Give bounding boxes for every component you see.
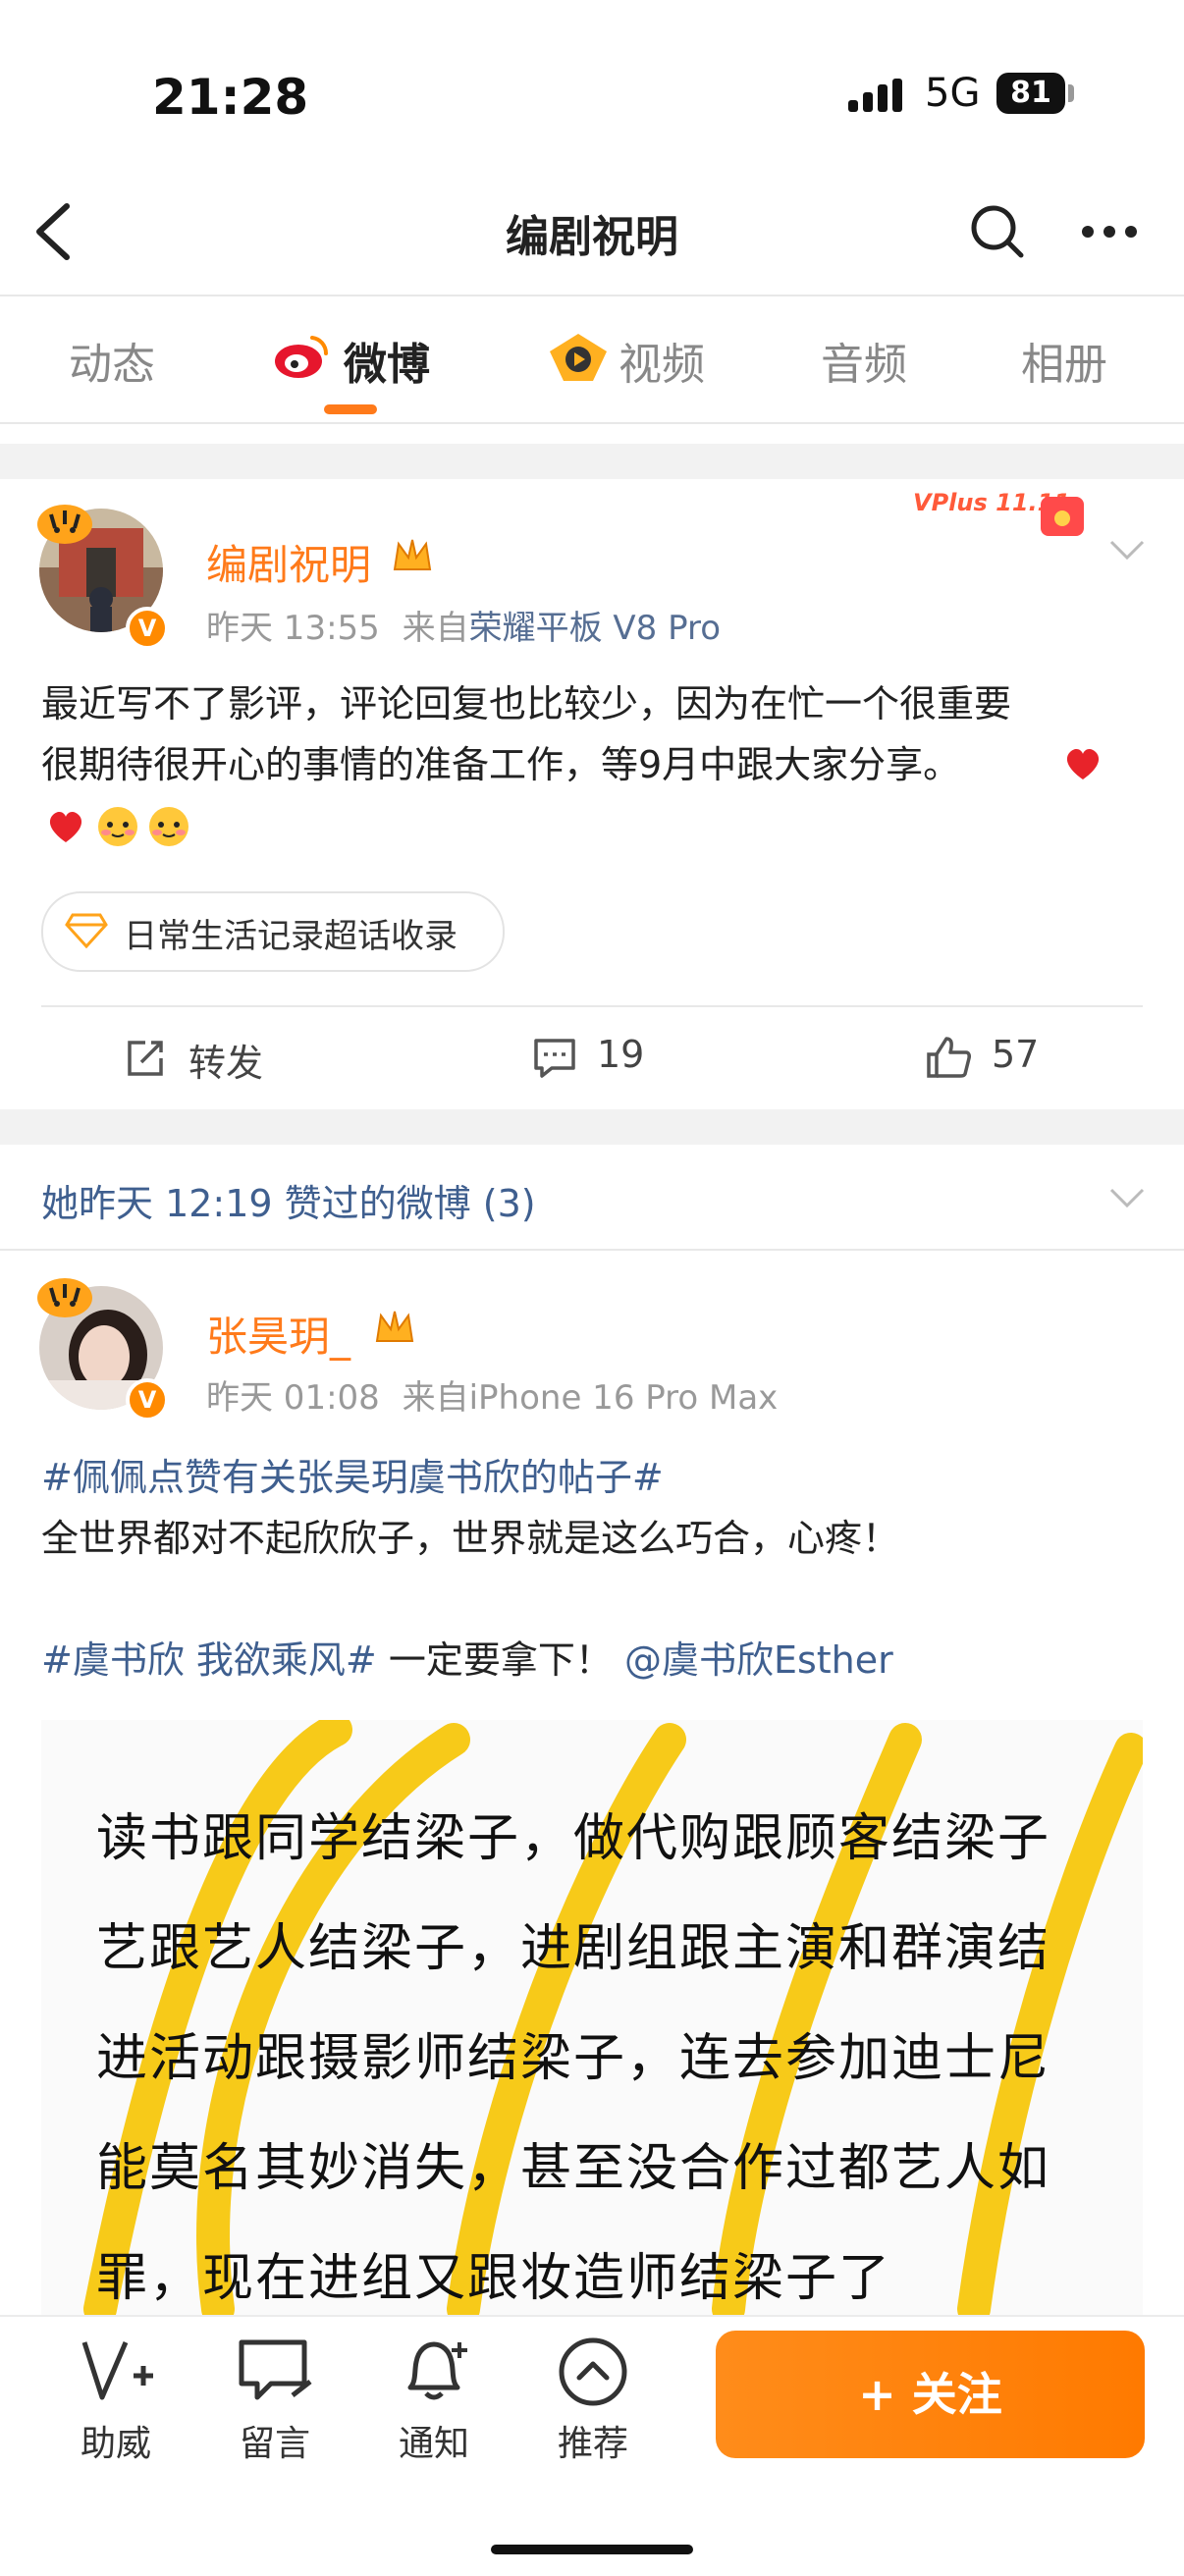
post-username[interactable]: 编剧祝明 bbox=[206, 532, 371, 592]
chevron-down-icon[interactable] bbox=[1107, 1186, 1147, 1209]
repost-label: 转发 bbox=[188, 1042, 264, 1085]
tabs-divider bbox=[0, 422, 1184, 424]
post-text: 最近写不了影评，评论回复也比较少，因为在忙一个很重要 很期待很开心的事情的准备工… bbox=[41, 673, 1151, 795]
like-count: 57 bbox=[992, 1033, 1040, 1076]
image-text-line: 能莫名其妙消失，甚至没合作过都艺人如 bbox=[96, 2139, 1051, 2198]
blush-emoji-icon bbox=[98, 807, 137, 846]
crown-icon bbox=[375, 1311, 414, 1342]
topic-link[interactable]: #佩佩点赞有关张昊玥虞书欣的帖子# bbox=[41, 1456, 664, 1499]
section-gap bbox=[0, 444, 1184, 479]
repost-icon bbox=[128, 1041, 163, 1076]
diamond-icon bbox=[65, 913, 108, 948]
verified-badge: V bbox=[126, 1378, 169, 1422]
mention-link[interactable]: @虞书欣Esther bbox=[624, 1638, 893, 1682]
vplus-badge[interactable]: VPlus 11.11 bbox=[913, 489, 1100, 540]
post-text-line: 一定要拿下！ bbox=[376, 1638, 613, 1682]
blush-emoji-icon bbox=[149, 807, 188, 846]
tiger-icon bbox=[37, 505, 92, 544]
post-image[interactable]: 读书跟同学结梁子，做代购跟顾客结梁子 艺跟艺人结梁子，进剧组跟主演和群演结 进活… bbox=[41, 1720, 1143, 2315]
recommend-button[interactable]: 推荐 bbox=[514, 2336, 672, 2464]
weibo-logo-icon bbox=[275, 336, 329, 378]
post-text: #佩佩点赞有关张昊玥虞书欣的帖子# 全世界都对不起欣欣子，世界就是这么巧合，心疼… bbox=[41, 1447, 1151, 1690]
post-meta: 昨天 13:55 来自荣耀平板 V8 Pro bbox=[206, 601, 721, 649]
crown-icon bbox=[393, 539, 432, 570]
nav-divider bbox=[0, 295, 1184, 296]
post-text-line1: 最近写不了影评，评论回复也比较少，因为在忙一个很重要 bbox=[41, 682, 1012, 725]
verified-badge: V bbox=[126, 607, 169, 650]
home-indicator bbox=[491, 2545, 693, 2554]
notify-label: 通知 bbox=[398, 2424, 469, 2464]
post-text-line: 全世界都对不起欣欣子，世界就是这么巧合，心疼！ bbox=[41, 1517, 900, 1560]
chevron-up-circle-icon bbox=[559, 2337, 627, 2406]
active-tab-indicator bbox=[324, 404, 377, 414]
post-source[interactable]: 荣耀平板 V8 Pro bbox=[469, 609, 721, 648]
more-icon[interactable] bbox=[1080, 222, 1139, 242]
post-time: 昨天 13:55 bbox=[206, 609, 380, 648]
header-divider bbox=[0, 1249, 1184, 1251]
message-icon bbox=[239, 2339, 312, 2400]
chevron-down-icon[interactable] bbox=[1107, 538, 1147, 562]
post-username[interactable]: 张昊玥_ bbox=[206, 1304, 350, 1364]
post-time: 昨天 01:08 bbox=[206, 1378, 380, 1418]
tab-album[interactable]: 相册 bbox=[1021, 329, 1107, 392]
post-text-line2: 很期待很开心的事情的准备工作，等9月中跟大家分享。 bbox=[41, 743, 961, 786]
recommend-label: 推荐 bbox=[557, 2424, 628, 2464]
source-prefix: 来自 bbox=[402, 1378, 469, 1418]
image-text-line: 罪，现在进组又跟妆造师结梁子了 bbox=[96, 2249, 892, 2308]
thumbs-up-icon bbox=[927, 1037, 971, 1078]
cheer-button[interactable]: 助威 bbox=[37, 2336, 194, 2464]
image-text-line: 艺跟艺人结梁子，进剧组跟主演和群演结 bbox=[96, 1919, 1051, 1978]
image-text-line: 进活动跟摄影师结梁子，连去参加迪士尼 bbox=[96, 2029, 1051, 2088]
message-label: 留言 bbox=[239, 2424, 310, 2464]
tab-video[interactable]: 视频 bbox=[619, 329, 705, 392]
network-label: 5G bbox=[925, 71, 981, 116]
comment-icon bbox=[534, 1039, 575, 1078]
tab-dynamic[interactable]: 动态 bbox=[69, 329, 155, 392]
v-plus-icon bbox=[81, 2341, 153, 2400]
cellular-signal-icon bbox=[848, 79, 902, 112]
bell-plus-icon bbox=[407, 2341, 467, 2400]
post-meta: 昨天 01:08 来自iPhone 16 Pro Max bbox=[206, 1370, 778, 1419]
cheer-label: 助威 bbox=[80, 2424, 151, 2464]
battery-indicator: 81 bbox=[996, 73, 1065, 114]
status-time: 21:28 bbox=[152, 69, 309, 126]
heart-emoji-icon bbox=[1066, 748, 1100, 779]
supertopic-tag[interactable]: 日常生活记录超话收录 bbox=[41, 891, 505, 972]
liked-posts-header[interactable]: 她昨天 12:19 赞过的微博 (3) bbox=[41, 1173, 536, 1227]
tab-audio[interactable]: 音频 bbox=[821, 329, 907, 392]
battery-tip bbox=[1068, 84, 1074, 102]
red-envelope-icon bbox=[1041, 497, 1084, 536]
tab-weibo[interactable]: 微博 bbox=[344, 329, 430, 392]
supertopic-label: 日常生活记录超话收录 bbox=[124, 917, 457, 956]
notify-button[interactable]: 通知 bbox=[355, 2336, 512, 2464]
source-prefix: 来自 bbox=[402, 609, 469, 648]
topic-link[interactable]: #虞书欣 我欲乘风# bbox=[41, 1638, 377, 1682]
comment-count: 19 bbox=[597, 1033, 645, 1076]
post-source: iPhone 16 Pro Max bbox=[468, 1378, 779, 1418]
tiger-icon bbox=[37, 1278, 92, 1317]
search-icon[interactable] bbox=[968, 202, 1027, 261]
image-text-line: 读书跟同学结梁子，做代购跟顾客结梁子 bbox=[96, 1809, 1051, 1868]
section-gap bbox=[0, 1109, 1184, 1145]
follow-button[interactable]: + 关注 bbox=[716, 2331, 1145, 2458]
message-button[interactable]: 留言 bbox=[196, 2336, 353, 2464]
post-divider bbox=[41, 1005, 1143, 1007]
heart-emoji-icon bbox=[49, 811, 82, 842]
video-icon bbox=[550, 334, 607, 381]
